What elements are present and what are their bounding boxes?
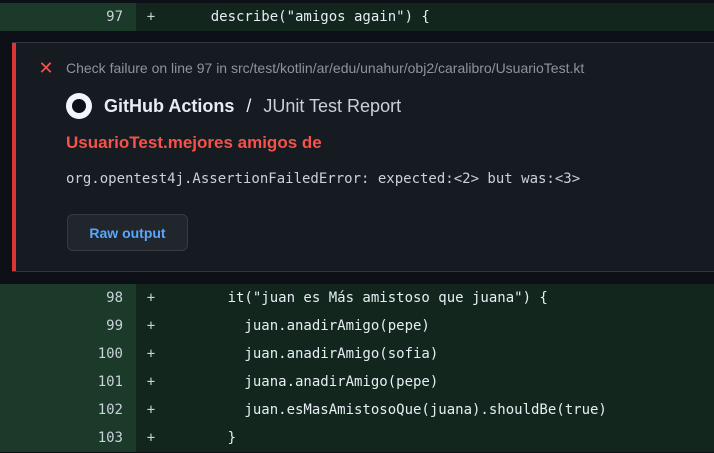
added-marker: + [146,290,156,306]
added-marker: + [146,374,156,390]
source-app-name: GitHub Actions [104,95,235,116]
added-marker: + [146,318,156,334]
code-line: it("juan es Más amistoso que juana") { [177,290,548,306]
diff-lines: 98 + it("juan es Más amistoso que juana")… [0,284,714,452]
code-line: describe("amigos again") { [177,9,430,25]
code-line: juan.anadirAmigo(sofia) [177,346,439,362]
diff-line-97: 97 + describe("amigos again") { [0,3,714,31]
diff-line-102: 102 + juan.esMasAmistosoQue(juana).should… [0,396,714,424]
check-name: JUnit Test Report [263,95,402,116]
diff-line-99: 99 + juan.anadirAmigo(pepe) [0,312,714,340]
x-icon: ✕ [38,58,54,78]
diff-line-100: 100 + juan.anadirAmigo(sofia) [0,340,714,368]
line-number[interactable]: 102 [0,396,136,424]
line-number[interactable]: 99 [0,312,136,340]
diff-line-101: 101 + juana.anadirAmigo(pepe) [0,368,714,396]
error-title: UsuarioTest.mejores amigos de [66,133,322,152]
line-number[interactable]: 98 [0,284,136,312]
check-annotation: ✕ Check failure on line 97 in src/test/k… [12,42,714,272]
added-marker: + [146,9,156,25]
code-line: juan.anadirAmigo(pepe) [177,318,430,334]
github-logo-icon [66,93,92,119]
error-message: org.opentest4j.AssertionFailedError: exp… [66,171,581,187]
code-line: } [177,430,237,446]
added-marker: + [146,402,156,418]
added-marker: + [146,346,156,362]
annotation-header: ✕ Check failure on line 97 in src/test/k… [38,59,584,77]
annotation-source: GitHub Actions / JUnit Test Report [66,93,401,119]
raw-output-button[interactable]: Raw output [67,214,188,251]
diff-line-98: 98 + it("juan es Más amistoso que juana")… [0,284,714,312]
line-number[interactable]: 97 [0,3,136,31]
annotation-title: Check failure on line 97 in src/test/kot… [66,60,585,76]
code-line: juana.anadirAmigo(pepe) [177,374,439,390]
added-marker: + [146,430,156,446]
diff-line-103: 103 + } [0,424,714,452]
source-separator: / [246,95,252,116]
line-number[interactable]: 101 [0,368,136,396]
code-line: juan.esMasAmistosoQue(juana).shouldBe(tr… [177,402,607,418]
line-number[interactable]: 103 [0,424,136,452]
line-number[interactable]: 100 [0,340,136,368]
